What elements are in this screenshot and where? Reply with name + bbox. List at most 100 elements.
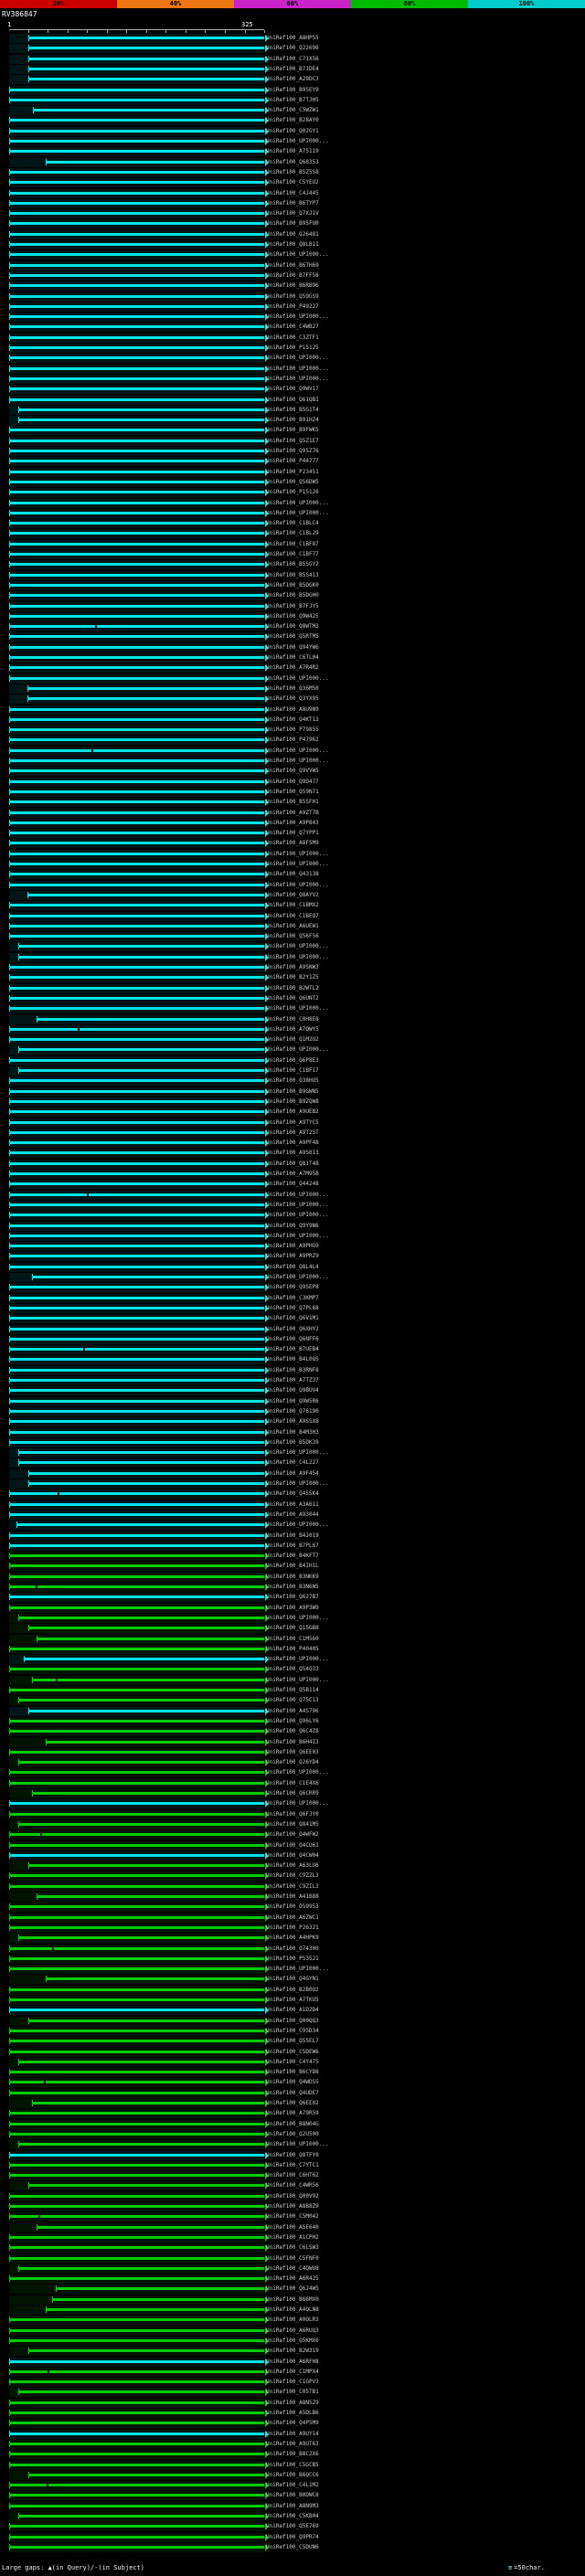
hit-label[interactable]: UniRef100_B3RNF8 <box>266 1367 319 1374</box>
hit-label[interactable]: UniRef100_C3ZTF1 <box>266 334 319 342</box>
hit-bar[interactable] <box>27 893 264 896</box>
hit-label[interactable]: UniRef100_C5DUN6 <box>266 2544 319 2551</box>
hit-label[interactable]: UniRef100_B95EY9 <box>266 87 319 94</box>
hit-label[interactable]: UniRef100_Q9W5R6 <box>266 1398 319 1405</box>
hit-label[interactable]: UniRef100_B6H4I3 <box>266 1739 319 1746</box>
hit-label[interactable]: UniRef100_Q22696 <box>266 45 319 52</box>
hit-label[interactable]: UniRef100_UPI000... <box>266 1800 329 1807</box>
hit-bar[interactable] <box>18 2060 264 2063</box>
hit-bar[interactable] <box>9 532 264 535</box>
hit-label[interactable]: UniRef100_Q76190 <box>266 1408 319 1415</box>
hit-bar[interactable] <box>9 1956 264 1960</box>
hit-label[interactable]: UniRef100_Q841M5 <box>266 1821 319 1829</box>
hit-bar[interactable] <box>9 1368 264 1372</box>
hit-bar[interactable] <box>9 873 264 876</box>
hit-label[interactable]: UniRef100_UPI000... <box>266 1274 329 1281</box>
hit-label[interactable]: UniRef100_A7R4R2 <box>266 664 319 672</box>
hit-bar[interactable] <box>9 2318 264 2322</box>
hit-bar[interactable] <box>51 2297 264 2301</box>
hit-label[interactable]: UniRef100_Q4UDE7 <box>266 2090 319 2097</box>
hit-bar[interactable] <box>9 1214 264 1217</box>
hit-bar[interactable] <box>9 304 264 308</box>
hit-label[interactable]: UniRef100_B8C2X6 <box>266 2451 319 2458</box>
hit-label[interactable]: UniRef100_UPI000... <box>266 366 329 373</box>
hit-label[interactable]: UniRef100_Q9BUV4 <box>266 1387 319 1394</box>
hit-bar[interactable] <box>27 37 264 39</box>
hit-label[interactable]: UniRef100_A9UEB2 <box>266 1108 319 1116</box>
hit-label[interactable]: UniRef100_C5GCB5 <box>266 2462 319 2469</box>
hit-bar[interactable] <box>18 408 264 411</box>
hit-bar[interactable] <box>9 707 264 711</box>
hit-label[interactable]: UniRef100_C9ZIL3 <box>266 1883 319 1891</box>
hit-bar[interactable] <box>9 1130 264 1134</box>
hit-label[interactable]: UniRef100_A9F454 <box>266 1470 319 1478</box>
hit-bar[interactable] <box>9 1502 264 1506</box>
hit-bar[interactable] <box>27 1864 264 1868</box>
hit-bar[interactable] <box>9 1234 264 1237</box>
hit-bar[interactable] <box>18 2515 264 2518</box>
hit-label[interactable]: UniRef100_Q8AYV2 <box>266 892 319 899</box>
hit-bar[interactable] <box>9 140 264 143</box>
hit-label[interactable]: UniRef100_A6UEW1 <box>266 923 319 930</box>
hit-bar[interactable] <box>9 2205 264 2208</box>
hit-label[interactable]: UniRef100_P40405 <box>266 1646 319 1653</box>
hit-label[interactable]: UniRef100_Q81T48 <box>266 1161 319 1168</box>
hit-bar[interactable] <box>18 1069 264 1072</box>
hit-label[interactable]: UniRef100_B3NKK9 <box>266 1574 319 1581</box>
hit-bar[interactable] <box>9 1224 264 1227</box>
hit-bar[interactable] <box>55 2287 264 2291</box>
hit-bar[interactable] <box>32 1276 264 1278</box>
hit-label[interactable]: UniRef100_A8B8Z9 <box>266 2203 319 2210</box>
hit-bar[interactable] <box>18 1616 264 1619</box>
hit-label[interactable]: UniRef100_Q6CRR9 <box>266 1790 319 1797</box>
hit-bar[interactable] <box>9 1358 264 1362</box>
hit-label[interactable]: UniRef100_Q4WD55 <box>266 2079 319 2086</box>
hit-label[interactable]: UniRef100_Q6FJY0 <box>266 1811 319 1818</box>
hit-label[interactable]: UniRef100_Q0JGY1 <box>266 128 319 135</box>
hit-bar[interactable] <box>9 243 264 246</box>
hit-label[interactable]: UniRef100_B5G1T4 <box>266 407 319 414</box>
hit-bar[interactable] <box>9 1327 264 1330</box>
hit-bar[interactable] <box>9 450 264 452</box>
hit-label[interactable]: UniRef100_Q4CW04 <box>266 1852 319 1860</box>
hit-label[interactable]: UniRef100_B9GWN5 <box>266 1088 319 1096</box>
hit-label[interactable]: UniRef100_UPI000... <box>266 1656 329 1663</box>
hit-bar[interactable] <box>9 356 264 360</box>
hit-label[interactable]: UniRef100_C3KMP7 <box>266 1295 319 1302</box>
hit-label[interactable]: UniRef100_UPI000... <box>266 1769 329 1776</box>
hit-label[interactable]: UniRef100_B7PL67 <box>266 1542 319 1550</box>
hit-bar[interactable] <box>9 491 264 494</box>
hit-bar[interactable] <box>27 1709 264 1712</box>
hit-bar[interactable] <box>45 1977 264 1981</box>
hit-bar[interactable] <box>32 109 264 112</box>
hit-label[interactable]: UniRef100_Q4KT13 <box>266 716 319 724</box>
hit-label[interactable]: UniRef100_Q4CU61 <box>266 1842 319 1850</box>
hit-bar[interactable] <box>9 2112 264 2115</box>
hit-label[interactable]: UniRef100_C71X56 <box>266 56 319 63</box>
hit-bar[interactable] <box>27 697 264 701</box>
hit-bar[interactable] <box>9 1915 264 1919</box>
hit-bar[interactable] <box>18 1822 264 1826</box>
hit-label[interactable]: UniRef100_A9SSX8 <box>266 1418 319 1426</box>
hit-label[interactable]: UniRef100_A75119 <box>266 148 319 155</box>
hit-bar[interactable] <box>9 376 264 380</box>
hit-bar[interactable] <box>9 852 264 855</box>
hit-label[interactable]: UniRef100_Q5B114 <box>266 1687 319 1694</box>
hit-bar[interactable] <box>9 1099 264 1103</box>
hit-bar[interactable] <box>9 1399 264 1403</box>
hit-label[interactable]: UniRef100_B28AY0 <box>266 117 319 124</box>
hit-bar[interactable] <box>9 1543 264 1547</box>
hit-bar[interactable] <box>9 2277 264 2281</box>
hit-label[interactable]: UniRef100_B7TJH5 <box>266 97 319 104</box>
hit-label[interactable]: UniRef100_A1CPH2 <box>266 2234 319 2242</box>
hit-label[interactable]: UniRef100_Q7PL68 <box>266 1305 319 1312</box>
hit-bar[interactable] <box>9 676 264 680</box>
hit-bar[interactable] <box>9 2194 264 2198</box>
hit-label[interactable]: UniRef100_A7M958 <box>266 1171 319 1178</box>
hit-label[interactable]: UniRef100_B4IH1L <box>266 1563 319 1570</box>
hit-label[interactable]: UniRef100_C1BLC4 <box>266 520 319 527</box>
hit-label[interactable]: UniRef100_A8HP55 <box>266 35 319 42</box>
hit-label[interactable]: UniRef100_A9T2ST <box>266 1129 319 1137</box>
hit-bar[interactable] <box>18 1699 264 1702</box>
hit-bar[interactable] <box>9 1317 264 1320</box>
